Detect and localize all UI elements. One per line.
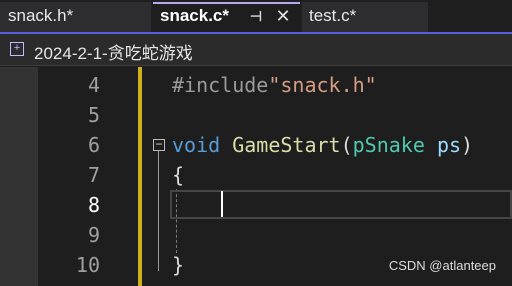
watermark: CSDN @atlanteep — [388, 258, 496, 273]
line-number: 10 — [75, 253, 100, 277]
line-number: 7 — [87, 163, 100, 187]
tab-test-c[interactable]: test.c* — [302, 2, 428, 32]
tab-snack-c[interactable]: snack.c* ⊣ ✕ — [153, 2, 300, 32]
include-directive: #include — [172, 73, 269, 97]
fold-range-line — [158, 151, 159, 271]
document-tab-bar: snack.h* snack.c* ⊣ ✕ test.c* — [0, 0, 512, 32]
modified-lines-indicator — [138, 67, 142, 286]
project-name: 2024-2-1-贪吃蛇游戏 — [34, 44, 193, 63]
param-type: pSnake — [352, 133, 425, 157]
code-line-6: void GameStart(pSnake ps) — [172, 133, 473, 157]
line-number: 6 — [87, 133, 100, 157]
code-editor[interactable]: 4 5 6 7 8 9 10 #include"snack.h" − void … — [0, 67, 512, 286]
close-icon[interactable]: ✕ — [273, 2, 293, 30]
glyph-margin — [0, 67, 38, 286]
tab-label: test.c* — [309, 6, 357, 25]
code-line-4: #include"snack.h" — [172, 73, 377, 97]
tab-snack-h[interactable]: snack.h* — [0, 2, 151, 32]
tab-label: snack.c* — [160, 6, 229, 25]
line-number: 5 — [87, 103, 100, 127]
open-brace: { — [172, 163, 185, 187]
tab-label: snack.h* — [8, 6, 74, 25]
paren: ) — [461, 133, 474, 157]
keyword: void — [172, 133, 221, 157]
line-number: 4 — [87, 73, 100, 97]
pin-icon[interactable]: ⊣ — [247, 2, 265, 30]
text-caret — [221, 191, 223, 217]
include-header: "snack.h" — [268, 73, 377, 97]
function-name: GameStart — [232, 133, 341, 157]
paren: ( — [340, 133, 353, 157]
close-brace: } — [172, 253, 185, 277]
param-name: ps — [436, 133, 462, 157]
line-number-current: 8 — [87, 193, 100, 217]
line-number: 9 — [87, 223, 100, 247]
collapse-icon[interactable]: − — [153, 138, 165, 151]
project-icon: + — [10, 42, 24, 56]
project-bar[interactable]: + 2024-2-1-贪吃蛇游戏 — [0, 34, 512, 66]
